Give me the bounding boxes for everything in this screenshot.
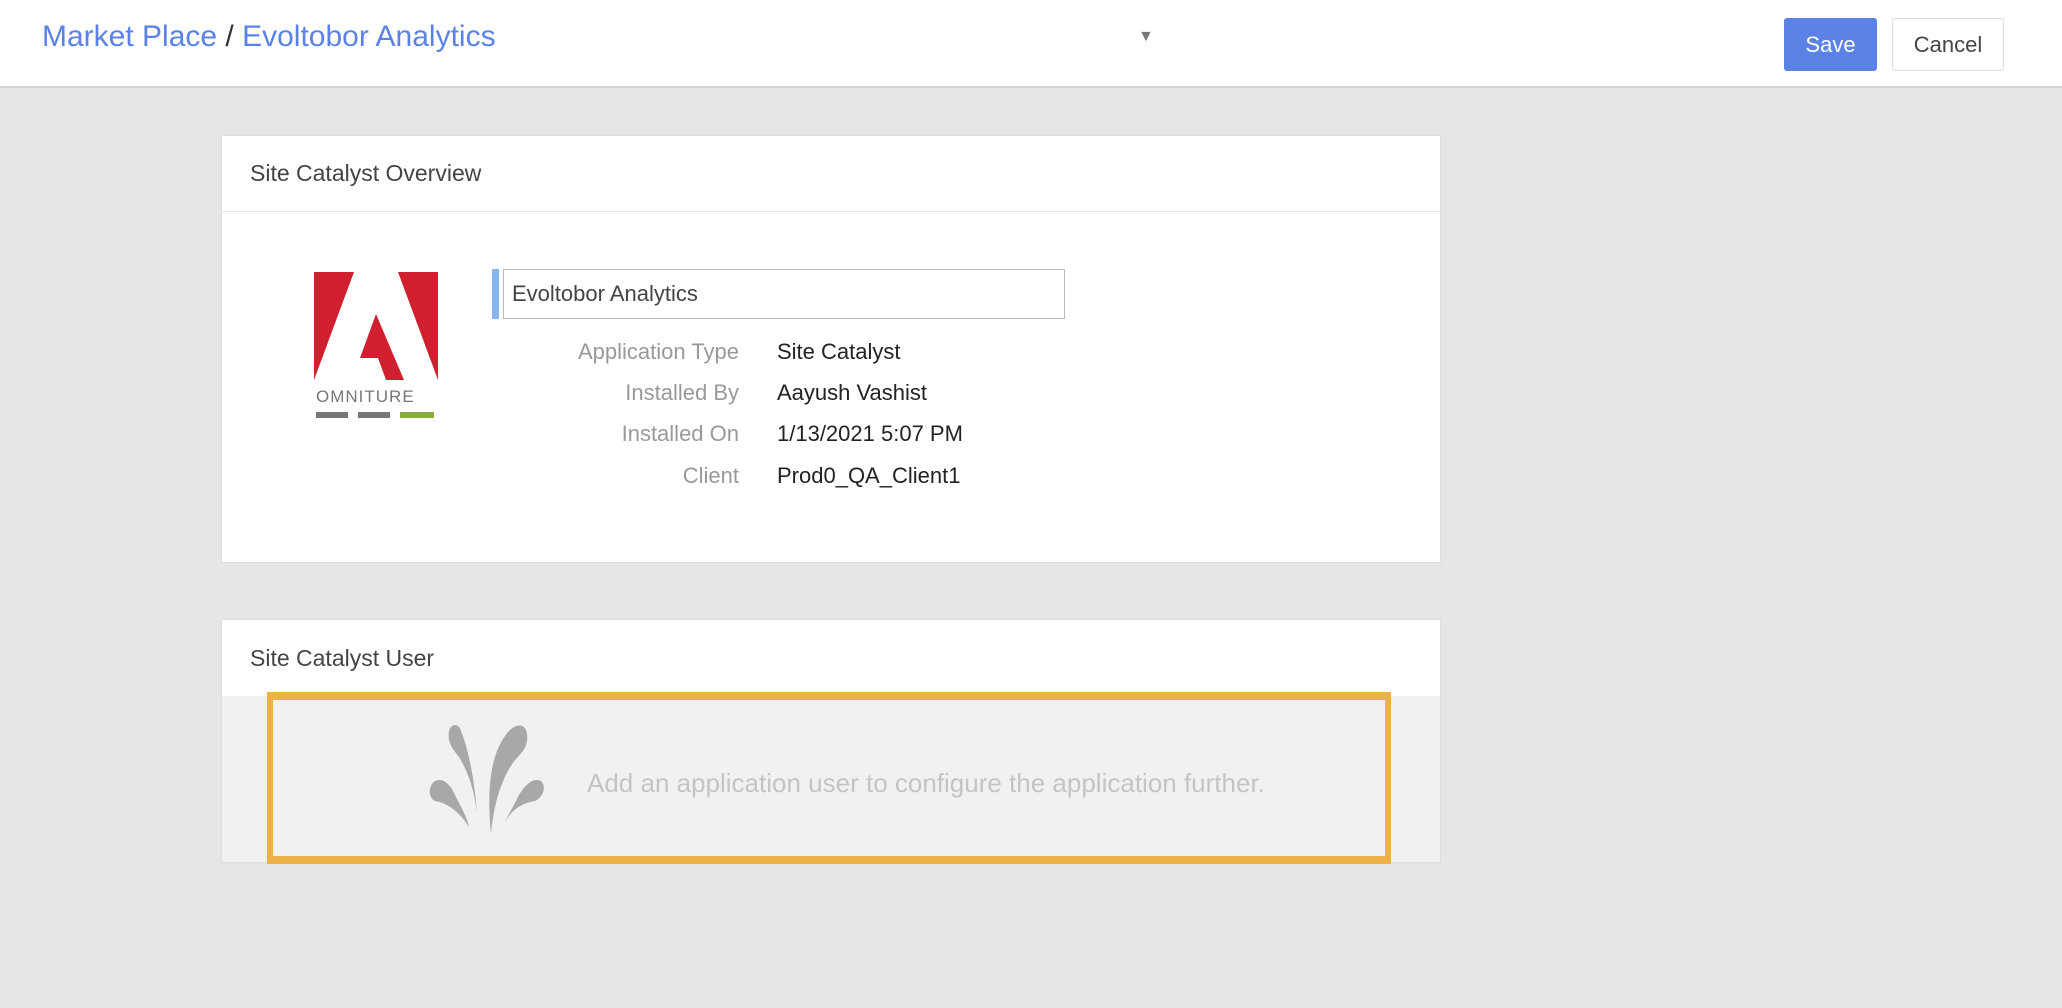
breadcrumb-market-place[interactable]: Market Place <box>42 20 217 53</box>
top-bar: Market Place / Evoltobor Analytics ▼ Sav… <box>0 0 2062 88</box>
detail-value: Prod0_QA_Client1 <box>777 463 961 488</box>
user-section-title: Site Catalyst User <box>250 645 435 671</box>
app-name-input[interactable] <box>503 269 1065 319</box>
cancel-button[interactable]: Cancel <box>1892 18 2004 71</box>
detail-label: Installed On <box>621 421 739 446</box>
detail-label: Application Type <box>577 339 739 364</box>
empty-state-message: Add an application user to configure the… <box>587 768 1265 798</box>
detail-value: Aayush Vashist <box>777 380 928 405</box>
focus-indicator <box>492 269 499 319</box>
detail-label: Installed By <box>625 380 739 405</box>
detail-label: Client <box>682 463 739 488</box>
detail-value: Site Catalyst <box>777 339 901 364</box>
omniture-logo: OMNITURE <box>314 272 438 418</box>
breadcrumb-current-app[interactable]: Evoltobor Analytics <box>242 20 495 53</box>
svg-text:OMNITURE: OMNITURE <box>316 387 415 406</box>
overview-title: Site Catalyst Overview <box>250 160 482 186</box>
save-button[interactable]: Save <box>1784 18 1877 71</box>
fountain-icon <box>429 725 544 834</box>
breadcrumb: Market Place / Evoltobor Analytics <box>42 20 496 54</box>
caret-down-icon[interactable]: ▼ <box>1138 28 1154 46</box>
divider <box>222 211 1440 212</box>
overview-card: Site Catalyst Overview OMNITURE Applicat… <box>221 135 1441 563</box>
breadcrumb-separator: / <box>225 20 234 53</box>
detail-value: 1/13/2021 5:07 PM <box>777 421 963 446</box>
